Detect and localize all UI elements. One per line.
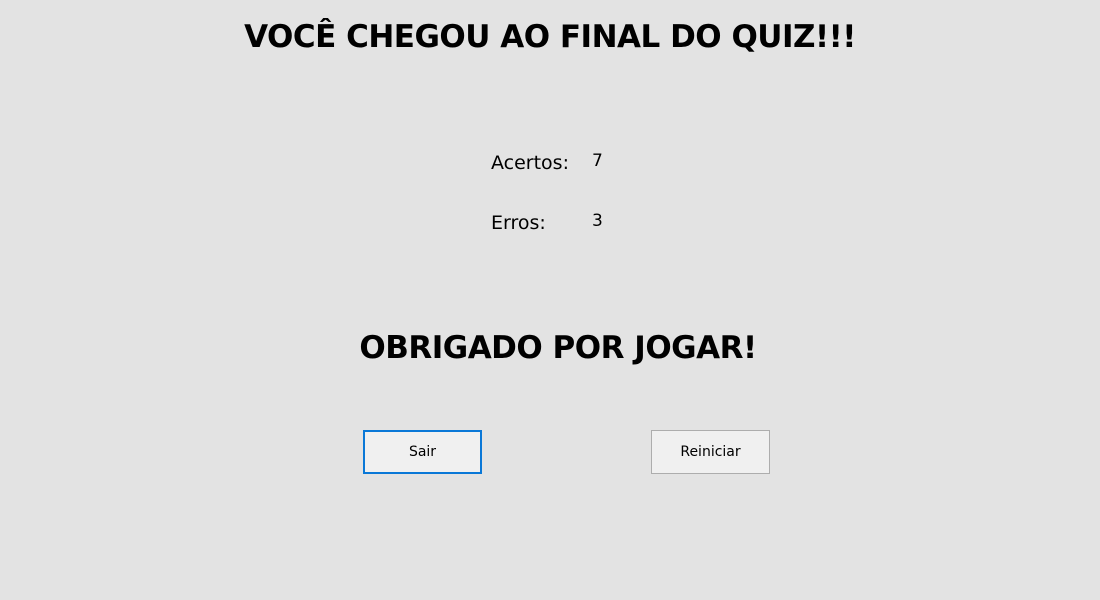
- thanks-message: OBRIGADO POR JOGAR!: [359, 330, 757, 366]
- exit-button[interactable]: Sair: [363, 430, 482, 474]
- wrong-answers-value: 3: [592, 211, 603, 231]
- correct-answers-value: 7: [592, 151, 603, 171]
- page-title: VOCÊ CHEGOU AO FINAL DO QUIZ!!!: [244, 19, 856, 55]
- restart-button[interactable]: Reiniciar: [651, 430, 770, 474]
- correct-answers-label: Acertos:: [491, 152, 569, 174]
- wrong-answers-label: Erros:: [491, 212, 546, 234]
